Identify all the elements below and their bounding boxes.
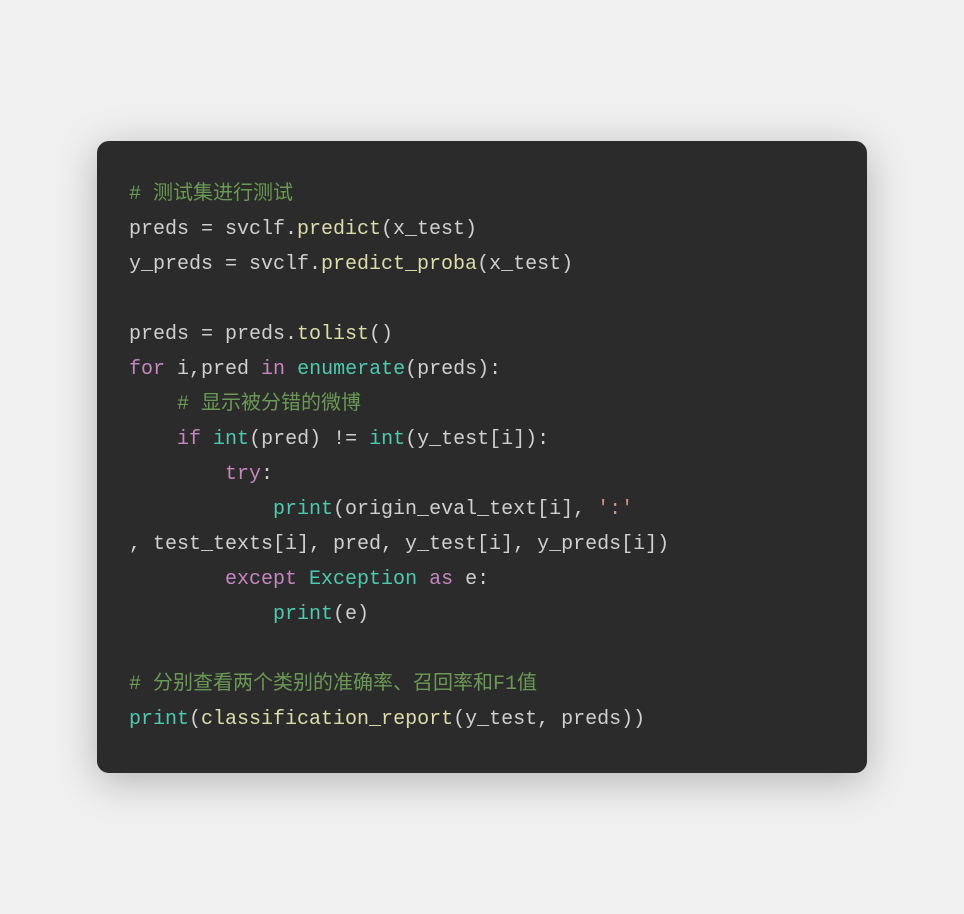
code-line: print(classification_report(y_test, pred… [129,702,835,737]
code-line: if int(pred) != int(y_test[i]): [129,422,835,457]
code-line: y_preds = svclf.predict_proba(x_test) [129,247,835,282]
code-line: preds = svclf.predict(x_test) [129,212,835,247]
code-line: except Exception as e: [129,562,835,597]
comment-text: # 测试集进行测试 [129,183,293,206]
code-line: , test_texts[i], pred, y_test[i], y_pred… [129,527,835,562]
code-line: preds = preds.tolist() [129,317,835,352]
code-line: # 显示被分错的微博 [129,387,835,422]
code-line [129,282,835,317]
code-line [129,632,835,667]
code-line: for i,pred in enumerate(preds): [129,352,835,387]
code-line: try: [129,457,835,492]
code-block: # 测试集进行测试 preds = svclf.predict(x_test) … [97,141,867,773]
code-line: print(e) [129,597,835,632]
code-line: # 测试集进行测试 [129,177,835,212]
code-line: # 分别查看两个类别的准确率、召回率和F1值 [129,667,835,702]
code-line: print(origin_eval_text[i], ':' [129,492,835,527]
